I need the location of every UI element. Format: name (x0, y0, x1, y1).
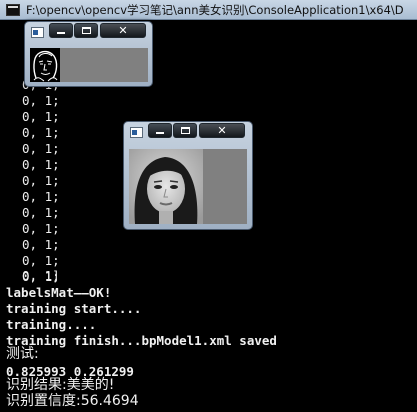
output-line: 0, 1; (22, 237, 60, 252)
output-line: 测试: (6, 346, 39, 362)
window-app-icon (130, 127, 143, 138)
maximize-button[interactable] (173, 123, 197, 138)
photo-image-window[interactable]: ✕ (123, 121, 253, 230)
minimize-button[interactable] (49, 23, 73, 38)
close-button[interactable]: ✕ (100, 23, 146, 38)
output-line: 0, 1; (22, 141, 60, 156)
output-line: 识别结果:美美的! (6, 377, 115, 393)
maximize-icon (180, 127, 190, 134)
output-line: 0, 1; (22, 253, 60, 268)
sketch-image-window[interactable]: ✕ (24, 21, 153, 87)
sketch-face-image (30, 48, 60, 82)
output-line: training.... (6, 317, 97, 332)
output-line: 0, 1; (22, 205, 60, 220)
output-line: 0, 1; (22, 173, 60, 188)
minimize-icon (57, 32, 65, 34)
image-canvas (129, 149, 247, 224)
output-line: 0, 1; (22, 93, 60, 108)
output-line: 0, 1; (22, 109, 60, 124)
output-line: 0, 1; (22, 189, 60, 204)
output-line: training finish...bpModel1.xml saved (6, 333, 277, 348)
close-button[interactable]: ✕ (199, 123, 245, 138)
output-line: training start.... (6, 301, 142, 316)
output-line: 0, 1; (22, 125, 60, 140)
window-titlebar[interactable]: ✕ (25, 22, 152, 43)
output-line-end: 0, 1] (22, 268, 60, 283)
minimize-button[interactable] (148, 123, 172, 138)
output-line: 识别置信度:56.4694 (6, 393, 139, 409)
output-line: 0, 1; (22, 157, 60, 172)
window-app-icon (31, 27, 44, 38)
image-canvas (30, 48, 148, 82)
portrait-photo (129, 149, 203, 224)
output-line: 0, 1; (22, 221, 60, 236)
output-line: labelsMat——OK! (6, 285, 112, 300)
maximize-icon (81, 27, 91, 34)
maximize-button[interactable] (74, 23, 98, 38)
window-titlebar[interactable]: ✕ (124, 122, 252, 143)
minimize-icon (156, 132, 164, 134)
